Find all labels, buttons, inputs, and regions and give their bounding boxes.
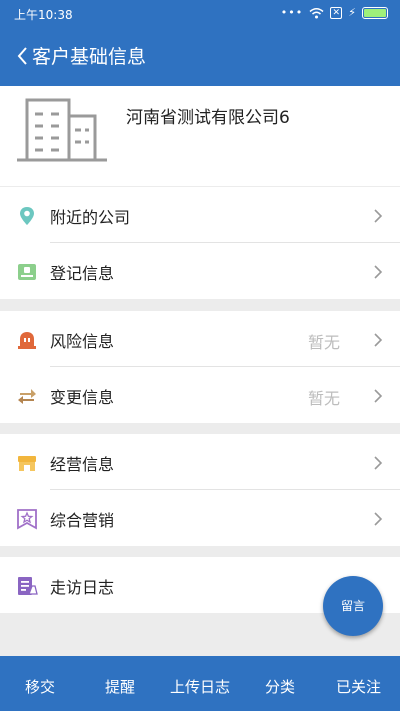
header-bar: 客户基础信息	[0, 26, 400, 86]
leave-message-button[interactable]: 留言	[323, 576, 383, 636]
chevron-right-icon	[374, 456, 383, 470]
section-business: 经营信息 综合营销	[0, 434, 400, 546]
location-pin-icon	[20, 207, 34, 225]
more-dots-icon: •••	[280, 6, 304, 19]
section-location: 附近的公司 登记信息	[0, 187, 400, 299]
risk-icon	[18, 332, 36, 349]
row-registration-info[interactable]: 登记信息	[0, 243, 400, 299]
bottom-action-bar: 移交 提醒 上传日志 分类 已关注	[0, 656, 400, 711]
visit-log-icon	[18, 577, 38, 595]
battery-icon	[362, 6, 388, 19]
section-risk: 风险信息 暂无 变更信息 暂无	[0, 311, 400, 423]
wifi-icon	[309, 7, 324, 18]
row-risk-info[interactable]: 风险信息 暂无	[0, 311, 400, 367]
row-label: 综合营销	[50, 511, 115, 530]
category-button[interactable]: 分类	[265, 676, 295, 697]
swap-arrows-icon	[18, 389, 36, 404]
row-label: 登记信息	[50, 264, 115, 283]
followed-button[interactable]: 已关注	[336, 676, 381, 697]
chevron-right-icon	[374, 209, 383, 223]
row-nearby-companies[interactable]: 附近的公司	[0, 187, 400, 243]
status-time: 上午10:38	[14, 8, 73, 22]
company-header: 河南省测试有限公司6	[0, 86, 400, 186]
reminder-button[interactable]: 提醒	[105, 676, 135, 697]
row-business-info[interactable]: 经营信息	[0, 434, 400, 490]
page-title: 客户基础信息	[32, 46, 147, 68]
row-label: 风险信息	[50, 332, 115, 351]
no-sim-icon: ✕	[330, 6, 343, 19]
star-badge-icon	[17, 509, 37, 530]
chevron-left-icon[interactable]	[12, 43, 34, 69]
charging-icon: ⚡	[348, 6, 356, 19]
row-value: 暂无	[308, 389, 341, 408]
registration-icon	[18, 264, 36, 280]
building-icon	[17, 98, 107, 162]
store-icon	[18, 456, 36, 471]
row-label: 经营信息	[50, 455, 115, 474]
row-label: 走访日志	[50, 578, 115, 597]
status-icons: ••• ✕ ⚡	[281, 6, 388, 19]
row-change-info[interactable]: 变更信息 暂无	[0, 367, 400, 423]
row-integrated-marketing[interactable]: 综合营销	[0, 490, 400, 546]
row-label: 附近的公司	[50, 208, 131, 227]
transfer-button[interactable]: 移交	[25, 676, 55, 697]
chevron-right-icon	[374, 333, 383, 347]
row-label: 变更信息	[50, 388, 115, 407]
upload-log-button[interactable]: 上传日志	[170, 676, 230, 697]
row-value: 暂无	[308, 333, 341, 352]
chevron-right-icon	[374, 389, 383, 403]
company-name: 河南省测试有限公司6	[126, 108, 290, 128]
status-bar: 上午10:38 ••• ✕ ⚡	[0, 0, 400, 26]
chevron-right-icon	[374, 512, 383, 526]
chevron-right-icon	[374, 265, 383, 279]
